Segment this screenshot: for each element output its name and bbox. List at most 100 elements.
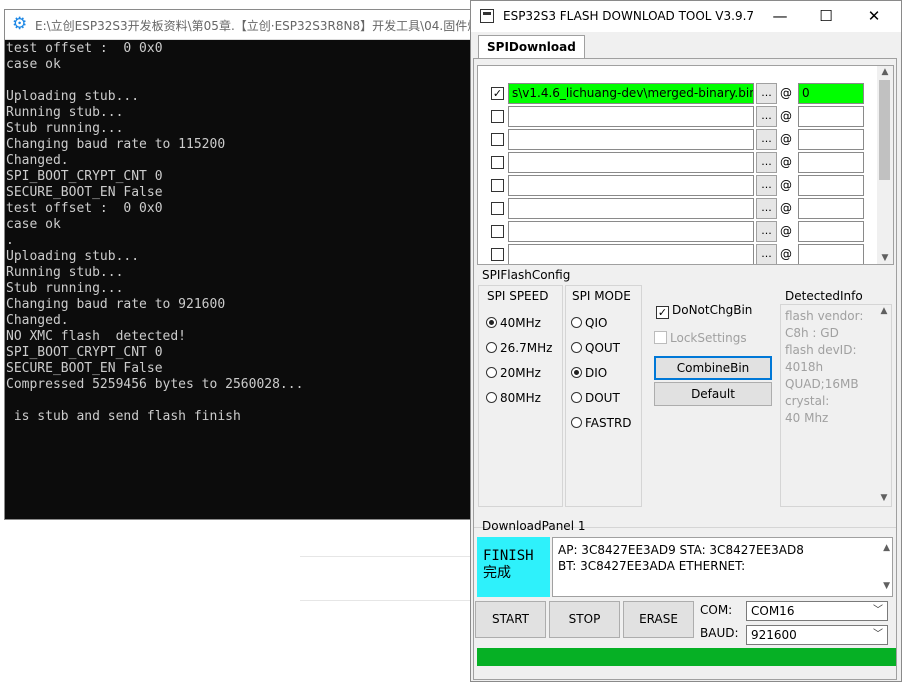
console-line: Running stub... (6, 265, 124, 280)
spi-mode-radio[interactable]: DOUT (571, 391, 620, 405)
console-line: Uploading stub... (6, 89, 140, 104)
stop-button[interactable]: STOP (549, 601, 620, 638)
radio-icon (486, 367, 497, 378)
file-enable-checkbox[interactable] (491, 202, 504, 215)
scroll-up-icon[interactable]: ▲ (877, 66, 893, 79)
spi-mode-radio[interactable]: QIO (571, 316, 607, 330)
scroll-down-icon[interactable]: ▼ (876, 492, 892, 505)
com-select[interactable]: COM16 ﹀ (746, 601, 888, 621)
minimize-button[interactable]: — (757, 1, 803, 32)
file-enable-checkbox[interactable] (491, 225, 504, 238)
close-button[interactable]: ✕ (851, 1, 897, 32)
browse-button[interactable]: ... (756, 198, 777, 219)
file-row: ... @ (478, 174, 879, 197)
spi-mode-radio[interactable]: DIO (571, 366, 607, 380)
do-not-chg-bin-checkbox[interactable]: ✓ DoNotChgBin (656, 303, 752, 319)
start-button[interactable]: START (475, 601, 546, 638)
radio-icon (571, 367, 582, 378)
file-list-scrollbar[interactable]: ▲ ▼ (877, 65, 894, 265)
console-titlebar[interactable]: ⚙ E:\立创ESP32S3开发板资料\第05章.【立创·ESP32S3R8N8… (5, 10, 493, 40)
at-label: @ (780, 155, 792, 169)
console-line: . (6, 233, 14, 248)
at-label: @ (780, 86, 792, 100)
console-line: Stub running... (6, 121, 124, 136)
flash-tool-window: ESP32S3 FLASH DOWNLOAD TOOL V3.9.7 — ☐ ✕… (470, 0, 902, 682)
address-input[interactable] (798, 106, 864, 127)
detected-info-box: flash vendor: C8h : GD flash devID: 4018h QU… (780, 304, 892, 507)
maximize-button[interactable]: ☐ (803, 1, 849, 32)
scroll-up-icon[interactable]: ▲ (876, 305, 892, 318)
console-line: Running stub... (6, 105, 124, 120)
baud-select[interactable]: 921600 ﹀ (746, 625, 888, 645)
file-enable-checkbox[interactable]: ✓ (491, 87, 504, 100)
console-line: SPI_BOOT_CRYPT_CNT 0 (6, 345, 163, 360)
radio-icon (571, 342, 582, 353)
console-line: SPI_BOOT_CRYPT_CNT 0 (6, 169, 163, 184)
radio-icon (486, 392, 497, 403)
file-path-input[interactable] (508, 244, 754, 264)
browse-button[interactable]: ... (756, 129, 777, 150)
spi-speed-radio[interactable]: 26.7MHz (486, 341, 552, 355)
address-input[interactable] (798, 221, 864, 242)
file-path-input[interactable] (508, 175, 754, 196)
spi-speed-radio[interactable]: 20MHz (486, 366, 541, 380)
file-enable-checkbox[interactable] (491, 133, 504, 146)
spi-speed-radio[interactable]: 40MHz (486, 316, 541, 330)
browse-button[interactable]: ... (756, 175, 777, 196)
address-input[interactable]: 0 (798, 83, 864, 104)
browse-button[interactable]: ... (756, 244, 777, 264)
file-row: ... @ (478, 220, 879, 243)
browse-button[interactable]: ... (756, 152, 777, 173)
erase-button[interactable]: ERASE (623, 601, 694, 638)
browse-button[interactable]: ... (756, 106, 777, 127)
file-enable-checkbox[interactable] (491, 156, 504, 169)
file-enable-checkbox[interactable] (491, 110, 504, 123)
browse-button[interactable]: ... (756, 221, 777, 242)
combine-bin-button[interactable]: CombineBin (654, 356, 772, 380)
address-input[interactable] (798, 129, 864, 150)
detected-info-scrollbar[interactable]: ▲ ▼ (876, 305, 892, 506)
default-button[interactable]: Default (654, 382, 772, 406)
file-path-input[interactable]: s\v1.4.6_lichuang-dev\merged-binary.bin (508, 83, 754, 104)
radio-icon (571, 317, 582, 328)
spi-speed-radio[interactable]: 80MHz (486, 391, 541, 405)
address-input[interactable] (798, 175, 864, 196)
scroll-down-icon[interactable]: ▼ (883, 578, 890, 594)
file-row: ✓ s\v1.4.6_lichuang-dev\merged-binary.bin… (478, 82, 879, 105)
browse-button[interactable]: ... (756, 83, 777, 104)
console-line: test offset : 0 0x0 (6, 201, 163, 216)
console-line: Changing baud rate to 115200 (6, 137, 226, 152)
console-line: case ok (6, 217, 61, 232)
spi-mode-radio[interactable]: QOUT (571, 341, 620, 355)
address-input[interactable] (798, 244, 864, 264)
file-path-input[interactable] (508, 152, 754, 173)
tool-titlebar[interactable]: ESP32S3 FLASH DOWNLOAD TOOL V3.9.7 — ☐ ✕ (471, 1, 901, 32)
address-input[interactable] (798, 198, 864, 219)
file-enable-checkbox[interactable] (491, 248, 504, 261)
console-line: Uploading stub... (6, 249, 140, 264)
file-path-input[interactable] (508, 106, 754, 127)
file-enable-checkbox[interactable] (491, 179, 504, 192)
file-path-input[interactable] (508, 198, 754, 219)
mac-line-bt-ethernet: BT: 3C8427EE3ADA ETHERNET: (558, 559, 746, 573)
app-icon (480, 9, 494, 23)
download-panel-label: DownloadPanel 1 (482, 519, 586, 533)
tool-title: ESP32S3 FLASH DOWNLOAD TOOL V3.9.7 (503, 9, 755, 23)
console-line: SECURE_BOOT_EN False (6, 361, 163, 376)
file-path-input[interactable] (508, 221, 754, 242)
tab-spidownload[interactable]: SPIDownload (478, 35, 585, 59)
background-divider (300, 600, 470, 601)
status-box: FINISH 完成 (477, 537, 550, 597)
console-line: test offset : 0 0x0 (6, 41, 163, 56)
address-input[interactable] (798, 152, 864, 173)
scroll-up-icon[interactable]: ▲ (883, 540, 890, 556)
spi-mode-radio[interactable]: FASTRD (571, 416, 632, 430)
scroll-thumb[interactable] (879, 80, 890, 180)
console-line: Stub running... (6, 281, 124, 296)
scroll-down-icon[interactable]: ▼ (877, 252, 893, 265)
at-label: @ (780, 132, 792, 146)
lock-settings-checkbox[interactable]: LockSettings (654, 331, 747, 345)
console-line: Compressed 5259456 bytes to 2560028... (6, 377, 304, 392)
file-path-input[interactable] (508, 129, 754, 150)
